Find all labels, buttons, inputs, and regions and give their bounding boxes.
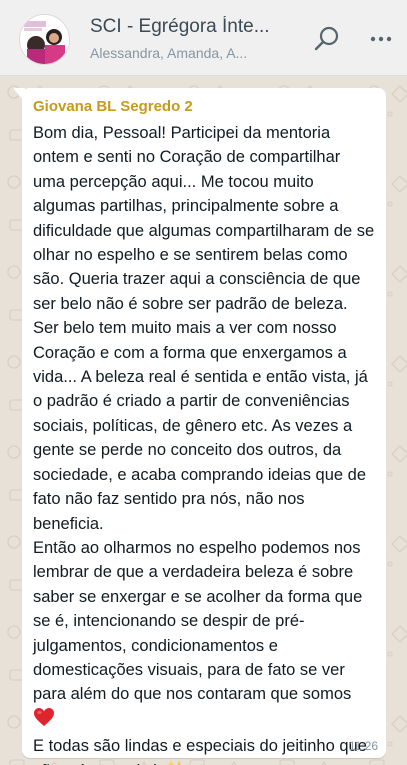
chat-title[interactable]: SCI - Egrégora Ínte... xyxy=(90,16,300,38)
chat-area[interactable]: Giovana BL Segredo 2 Bom dia, Pessoal! P… xyxy=(0,76,407,765)
group-avatar[interactable] xyxy=(19,14,70,65)
search-icon xyxy=(314,26,339,51)
search-button[interactable] xyxy=(310,22,344,56)
message-sender[interactable]: Giovana BL Segredo 2 xyxy=(33,97,376,117)
more-vertical-icon xyxy=(370,36,392,42)
chat-participants[interactable]: Alessandra, Amanda, A... xyxy=(90,45,300,61)
message-bubble[interactable]: Giovana BL Segredo 2 Bom dia, Pessoal! P… xyxy=(22,88,386,765)
message-paragraph-1: Bom dia, Pessoal! Participei da mentoria… xyxy=(33,124,379,533)
red-heart-emoji xyxy=(33,707,55,734)
message-paragraph-3: E todas são lindas e especiais do jeitin… xyxy=(33,737,367,765)
message-timestamp: 11:26 xyxy=(348,739,378,753)
message-paragraph-2: Então ao olharmos no espelho podemos nos… xyxy=(33,538,367,704)
more-options-button[interactable] xyxy=(366,24,396,54)
message-text: Bom dia, Pessoal! Participei da mentoria… xyxy=(33,121,376,765)
chat-header: SCI - Egrégora Ínte... Alessandra, Amand… xyxy=(0,0,407,76)
sparkles-emoji xyxy=(166,759,189,765)
